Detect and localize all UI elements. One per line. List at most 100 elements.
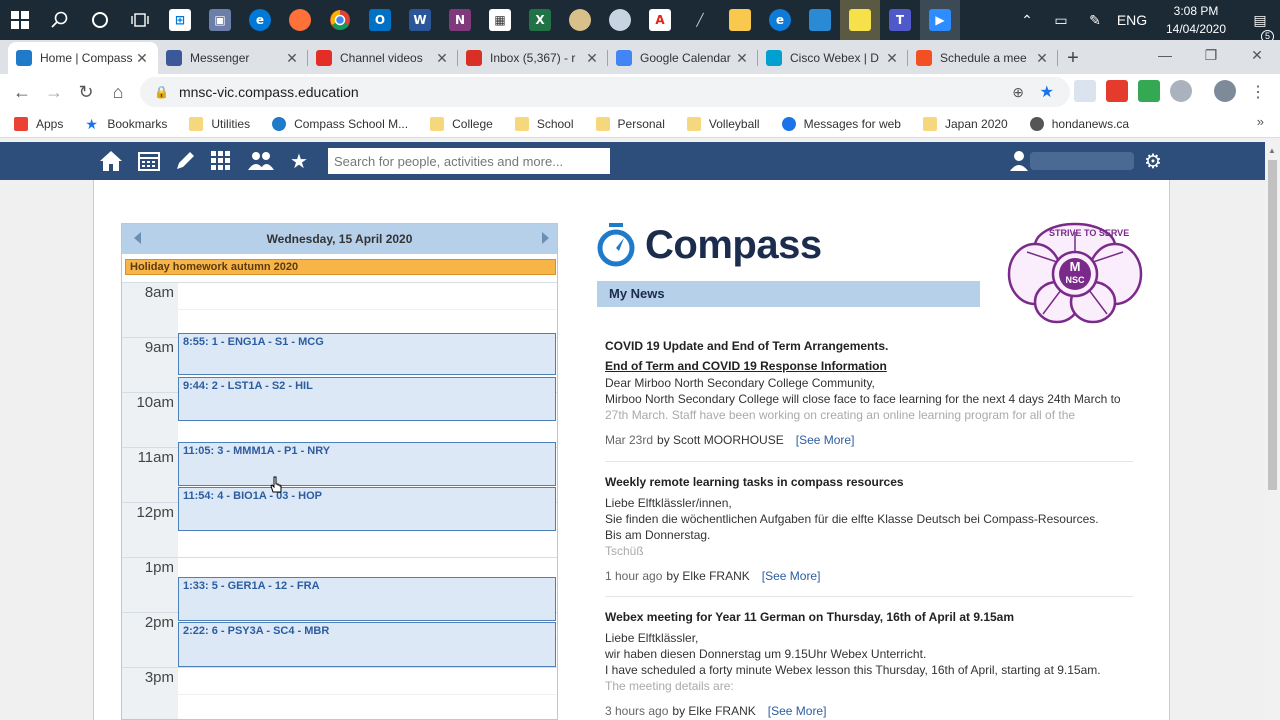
grid-icon[interactable] [208, 148, 234, 174]
user-name-blurred[interactable] [1030, 152, 1134, 170]
calendar-event[interactable]: 2:22: 6 - PSY3A - SC4 - MBR [178, 622, 556, 667]
scrollbar-thumb[interactable] [1268, 160, 1277, 490]
reload-icon[interactable]: ↻ [70, 82, 102, 103]
calendar-event[interactable]: 11:05: 3 - MMM1A - P1 - NRY [178, 441, 556, 486]
pen-workspace-icon[interactable]: ✎ [1078, 12, 1112, 29]
menu-icon[interactable]: ⋮ [1250, 82, 1266, 102]
close-tab-icon[interactable]: ✕ [284, 50, 300, 67]
calendar-event[interactable]: 9:44: 2 - LST1A - S2 - HIL [178, 377, 556, 422]
onenote-icon[interactable]: N [440, 0, 480, 40]
pencil-icon[interactable] [172, 148, 198, 174]
zoom-icon[interactable]: ⊕ [1012, 84, 1024, 101]
calendar-icon[interactable] [136, 148, 162, 174]
photos-icon[interactable] [800, 0, 840, 40]
see-more-link[interactable]: [See More] [796, 433, 855, 447]
browser-tab[interactable]: Messenger ✕ [158, 42, 308, 74]
see-more-link[interactable]: [See More] [768, 704, 827, 718]
extension-icon[interactable] [1170, 80, 1192, 102]
close-tab-icon[interactable]: ✕ [734, 50, 750, 67]
paint-icon[interactable] [560, 0, 600, 40]
teams-icon[interactable]: T [880, 0, 920, 40]
people-icon[interactable] [246, 148, 276, 174]
cortana-icon[interactable] [80, 0, 120, 40]
notification-icon[interactable]: ▤ 5 [1240, 12, 1280, 43]
close-tab-icon[interactable]: ✕ [884, 50, 900, 67]
scroll-up-icon[interactable]: ▲ [1268, 146, 1276, 155]
user-icon[interactable] [1006, 148, 1032, 174]
address-bar[interactable]: 🔒 mnsc-vic.compass.education ⊕ ★ [140, 77, 1070, 107]
language-indicator[interactable]: ENG [1112, 12, 1152, 28]
more-bookmarks-icon[interactable]: » [1257, 114, 1264, 129]
outlook-icon[interactable]: O [360, 0, 400, 40]
calendar-event[interactable]: 11:54: 4 - BIO1A - 03 - HOP [178, 486, 556, 532]
browser-tab[interactable]: Google Calendar ✕ [608, 42, 758, 74]
close-tab-icon[interactable]: ✕ [1034, 50, 1050, 67]
bookmark-item[interactable]: ★ Bookmarks [85, 117, 167, 131]
sticky-notes-icon[interactable] [840, 0, 880, 40]
browser-tab[interactable]: Schedule a mee ✕ [908, 42, 1058, 74]
search-icon[interactable] [40, 0, 80, 40]
bookmark-item[interactable]: Apps [14, 116, 63, 131]
edge-new-icon[interactable]: e [760, 0, 800, 40]
browser-tab[interactable]: Channel videos ✕ [308, 42, 458, 74]
news-title[interactable]: COVID 19 Update and End of Term Arrangem… [605, 339, 1135, 353]
home-icon[interactable] [98, 148, 124, 174]
close-window-icon[interactable]: ✕ [1234, 40, 1280, 70]
forward-icon[interactable]: → [38, 82, 70, 103]
store-icon[interactable]: ⊞ [160, 0, 200, 40]
calculator-icon[interactable]: ▦ [480, 0, 520, 40]
excel-icon[interactable]: X [520, 0, 560, 40]
chrome-icon[interactable] [320, 0, 360, 40]
bookmark-item[interactable]: Personal [595, 116, 665, 131]
see-more-link[interactable]: [See More] [762, 569, 821, 583]
gear-icon[interactable]: ⚙ [1140, 148, 1166, 174]
battery-icon[interactable]: ▭ [1044, 12, 1078, 29]
chevron-up-icon[interactable]: ⌃ [1010, 12, 1044, 29]
extension-icon[interactable] [1138, 80, 1160, 102]
bookmark-item[interactable]: Utilities [189, 116, 250, 131]
news-title[interactable]: Weekly remote learning tasks in compass … [605, 475, 1135, 489]
minimize-icon[interactable]: — [1142, 40, 1188, 70]
all-day-event[interactable]: Holiday homework autumn 2020 [125, 259, 556, 275]
bookmark-item[interactable]: hondanews.ca [1029, 116, 1129, 131]
bookmark-item[interactable]: Compass School M... [272, 116, 408, 131]
bookmark-item[interactable]: Messages for web [781, 116, 901, 131]
search-input[interactable] [328, 148, 610, 174]
calendar-event[interactable]: 1:33: 5 - GER1A - 12 - FRA [178, 577, 556, 622]
extension-icon[interactable] [1106, 80, 1128, 102]
clock[interactable]: 3:08 PM 14/04/2020 [1152, 2, 1240, 38]
windows-start-icon[interactable] [0, 0, 40, 40]
next-day-icon[interactable] [542, 232, 549, 244]
close-tab-icon[interactable]: ✕ [134, 50, 150, 67]
close-tab-icon[interactable]: ✕ [584, 50, 600, 67]
network-icon[interactable] [600, 0, 640, 40]
new-tab-button[interactable]: + [1058, 42, 1088, 74]
zoom-icon[interactable]: ▶ [920, 0, 960, 40]
bookmark-item[interactable]: Volleyball [686, 116, 760, 131]
profile-avatar[interactable] [1214, 80, 1236, 102]
pen-icon[interactable]: ╱ [680, 0, 720, 40]
bookmark-star-icon[interactable]: ★ [1040, 82, 1054, 102]
edge-icon[interactable]: e [240, 0, 280, 40]
extension-icon[interactable] [1074, 80, 1096, 102]
close-tab-icon[interactable]: ✕ [434, 50, 450, 67]
browser-tab[interactable]: Cisco Webex | D ✕ [758, 42, 908, 74]
page-scrollbar[interactable]: ▲ [1265, 142, 1280, 720]
news-title[interactable]: Webex meeting for Year 11 German on Thur… [605, 610, 1135, 624]
acrobat-icon[interactable]: A [640, 0, 680, 40]
home-icon[interactable]: ⌂ [102, 82, 134, 103]
task-view-icon[interactable] [120, 0, 160, 40]
save-icon[interactable]: ▣ [200, 0, 240, 40]
browser-tab[interactable]: Inbox (5,367) - r ✕ [458, 42, 608, 74]
calendar-event[interactable]: 8:55: 1 - ENG1A - S1 - MCG [178, 332, 556, 376]
firefox-icon[interactable] [280, 0, 320, 40]
browser-tab[interactable]: Home | Compass ✕ [8, 42, 158, 74]
back-icon[interactable]: ← [6, 82, 38, 103]
bookmark-item[interactable]: Japan 2020 [922, 116, 1008, 131]
restore-icon[interactable]: ❐ [1188, 40, 1234, 70]
star-icon[interactable]: ★ [286, 148, 312, 174]
file-explorer-icon[interactable] [720, 0, 760, 40]
bookmark-item[interactable]: School [514, 116, 574, 131]
word-icon[interactable]: W [400, 0, 440, 40]
previous-day-icon[interactable] [134, 232, 141, 244]
